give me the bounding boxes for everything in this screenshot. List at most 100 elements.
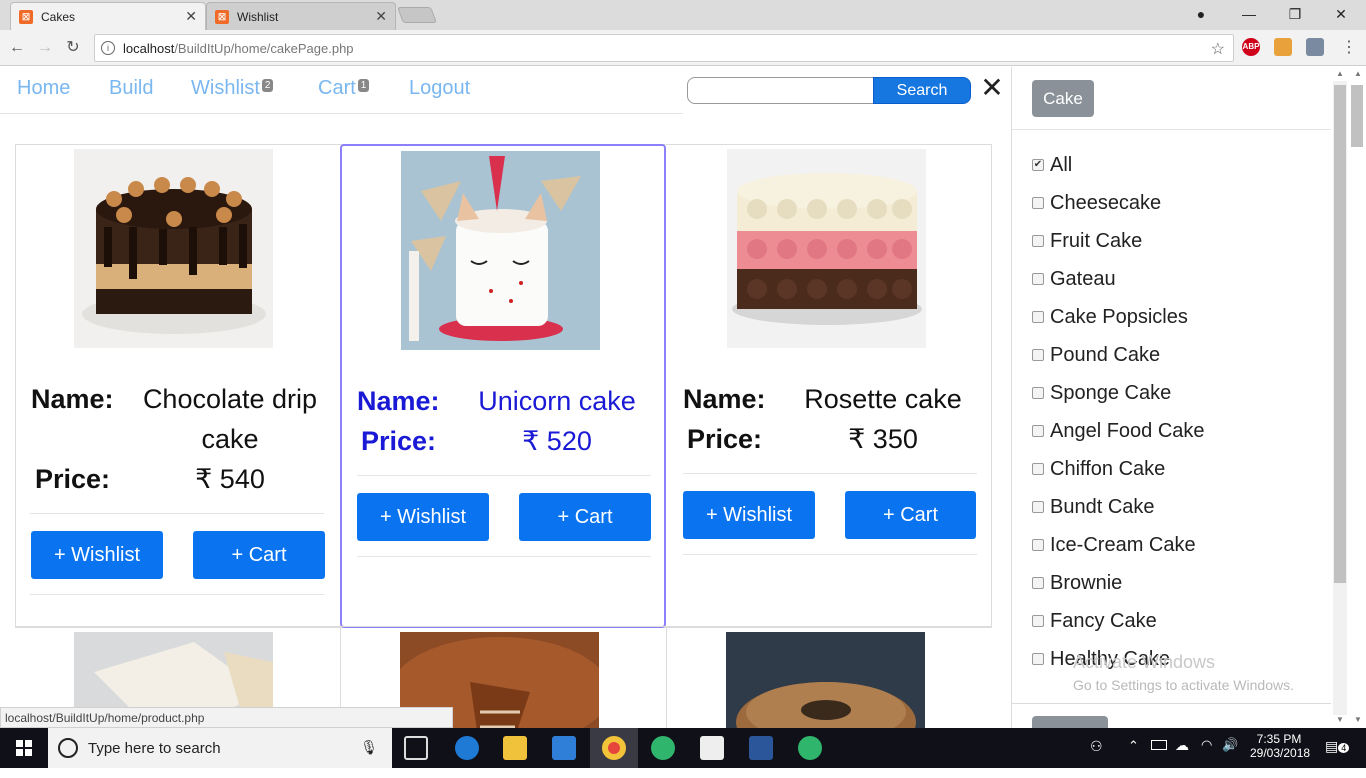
task-view-icon[interactable]: [404, 736, 428, 760]
nav-build[interactable]: Build: [109, 77, 153, 100]
tab-cakes[interactable]: ☒ Cakes ✕: [10, 2, 206, 30]
checkbox-icon[interactable]: [1032, 501, 1044, 513]
atom-editor-icon[interactable]: [651, 736, 675, 760]
category-cake-button[interactable]: Cake: [1032, 80, 1094, 117]
checkbox-icon[interactable]: [1032, 311, 1044, 323]
checkbox-icon[interactable]: [1032, 387, 1044, 399]
divider: [30, 513, 324, 514]
product-image[interactable]: [74, 149, 273, 348]
action-center-icon[interactable]: ▤ 4: [1325, 738, 1350, 778]
adblock-extension-icon[interactable]: ABP: [1242, 38, 1260, 56]
address-bar[interactable]: i localhost/BuildItUp/home/cakePage.php …: [94, 34, 1234, 62]
nav-home[interactable]: Home: [17, 77, 70, 100]
edge-browser-icon[interactable]: [455, 736, 479, 760]
checkbox-checked-icon[interactable]: ✔: [1032, 159, 1044, 171]
filter-label: Fancy Cake: [1050, 609, 1157, 632]
filter-all[interactable]: ✔ All: [1032, 150, 1072, 180]
forward-icon[interactable]: →: [34, 37, 56, 59]
add-to-wishlist-button[interactable]: + Wishlist: [683, 491, 815, 539]
page-scroll-down-arrow-icon[interactable]: ▼: [1354, 715, 1362, 724]
tab-wishlist[interactable]: ☒ Wishlist ✕: [206, 2, 396, 30]
product-card[interactable]: Name: Chocolate drip cake Price: ₹ 540 +…: [15, 144, 341, 628]
checkbox-icon[interactable]: [1032, 197, 1044, 209]
onedrive-icon[interactable]: ☁: [1175, 737, 1189, 777]
tab-close-icon[interactable]: ✕: [375, 8, 387, 25]
checkbox-icon[interactable]: [1032, 539, 1044, 551]
info-icon[interactable]: i: [101, 41, 115, 55]
nav-cart[interactable]: Cart 1: [318, 77, 370, 100]
taskbar-search-box[interactable]: Type here to search 🎙: [48, 728, 392, 768]
atom-editor-icon-2[interactable]: [798, 736, 822, 760]
product-image[interactable]: [401, 151, 600, 350]
product-card-selected[interactable]: Name: Unicorn cake Price: ₹ 520 + Wishli…: [340, 144, 666, 628]
add-to-cart-button[interactable]: + Cart: [193, 531, 325, 579]
new-tab-button[interactable]: [397, 7, 437, 23]
clock[interactable]: 7:35 PM 29/03/2018: [1250, 732, 1310, 772]
wifi-icon[interactable]: ◠: [1201, 737, 1212, 777]
sidebar-scrollbar-thumb[interactable]: [1334, 85, 1346, 583]
eyedropper-extension-icon[interactable]: [1306, 38, 1324, 56]
filter-cheesecake[interactable]: Cheesecake: [1032, 188, 1161, 218]
nav-logout[interactable]: Logout: [409, 77, 470, 100]
filter-fruit-cake[interactable]: Fruit Cake: [1032, 226, 1142, 256]
filter-angel-food-cake[interactable]: Angel Food Cake: [1032, 416, 1205, 446]
checkbox-icon[interactable]: [1032, 615, 1044, 627]
close-icon[interactable]: ✕: [980, 74, 1004, 103]
category-button-next[interactable]: [1032, 716, 1108, 728]
file-explorer-icon[interactable]: [503, 736, 527, 760]
checkbox-icon[interactable]: [1032, 463, 1044, 475]
filter-ice-cream-cake[interactable]: Ice-Cream Cake: [1032, 530, 1196, 560]
checkbox-icon[interactable]: [1032, 349, 1044, 361]
scroll-down-arrow-icon[interactable]: ▼: [1336, 715, 1344, 724]
extension-face-icon[interactable]: [1274, 38, 1292, 56]
product-image[interactable]: [726, 632, 925, 728]
bookmark-star-icon[interactable]: ☆: [1211, 39, 1225, 59]
page-scroll-up-arrow-icon[interactable]: ▲: [1354, 69, 1362, 78]
filter-cake-popsicles[interactable]: Cake Popsicles: [1032, 302, 1188, 332]
tab-close-icon[interactable]: ✕: [185, 8, 197, 25]
checkbox-icon[interactable]: [1032, 235, 1044, 247]
minimize-button[interactable]: —: [1226, 0, 1272, 28]
checkbox-icon[interactable]: [1032, 653, 1044, 665]
mail-icon[interactable]: [700, 736, 724, 760]
back-icon[interactable]: ←: [6, 37, 28, 59]
product-card[interactable]: Name: Rosette cake Price: ₹ 350 + Wishli…: [668, 144, 994, 628]
cart-count-badge: 1: [357, 79, 370, 92]
filter-brownie[interactable]: Brownie: [1032, 568, 1122, 598]
search-button[interactable]: Search: [873, 77, 971, 104]
product-card[interactable]: [667, 627, 992, 728]
nav-wishlist[interactable]: Wishlist 2: [191, 77, 274, 100]
add-to-cart-button[interactable]: + Cart: [845, 491, 976, 539]
filter-label: Cheesecake: [1050, 191, 1162, 214]
checkbox-icon[interactable]: [1032, 425, 1044, 437]
product-image[interactable]: [727, 149, 926, 348]
chrome-icon[interactable]: [602, 736, 626, 760]
checkbox-icon[interactable]: [1032, 273, 1044, 285]
scroll-up-arrow-icon[interactable]: ▲: [1336, 69, 1344, 78]
filter-fancy-cake[interactable]: Fancy Cake: [1032, 606, 1157, 636]
search-input[interactable]: [687, 77, 877, 104]
battery-icon[interactable]: [1151, 740, 1167, 750]
filter-pound-cake[interactable]: Pound Cake: [1032, 340, 1160, 370]
filter-bundt-cake[interactable]: Bundt Cake: [1032, 492, 1155, 522]
word-icon[interactable]: [749, 736, 773, 760]
windows-start-icon[interactable]: [0, 728, 48, 768]
filter-gateau[interactable]: Gateau: [1032, 264, 1116, 294]
microphone-icon[interactable]: 🎙: [360, 739, 378, 756]
add-to-cart-button[interactable]: + Cart: [519, 493, 651, 541]
store-icon[interactable]: [552, 736, 576, 760]
window-close-button[interactable]: ✕: [1318, 0, 1364, 28]
restore-button[interactable]: ❐: [1272, 0, 1318, 28]
filter-sponge-cake[interactable]: Sponge Cake: [1032, 378, 1171, 408]
people-icon[interactable]: ⚇: [1090, 738, 1103, 778]
filter-chiffon-cake[interactable]: Chiffon Cake: [1032, 454, 1165, 484]
page-scrollbar-thumb[interactable]: [1351, 85, 1363, 147]
checkbox-icon[interactable]: [1032, 577, 1044, 589]
add-to-wishlist-button[interactable]: + Wishlist: [357, 493, 489, 541]
tray-chevron-icon[interactable]: ⌃: [1128, 738, 1139, 778]
add-to-wishlist-button[interactable]: + Wishlist: [31, 531, 163, 579]
profile-icon[interactable]: ●: [1178, 0, 1224, 28]
volume-icon[interactable]: 🔊: [1222, 737, 1238, 777]
menu-icon[interactable]: ⋮: [1338, 37, 1360, 59]
reload-icon[interactable]: ↻: [62, 37, 84, 59]
